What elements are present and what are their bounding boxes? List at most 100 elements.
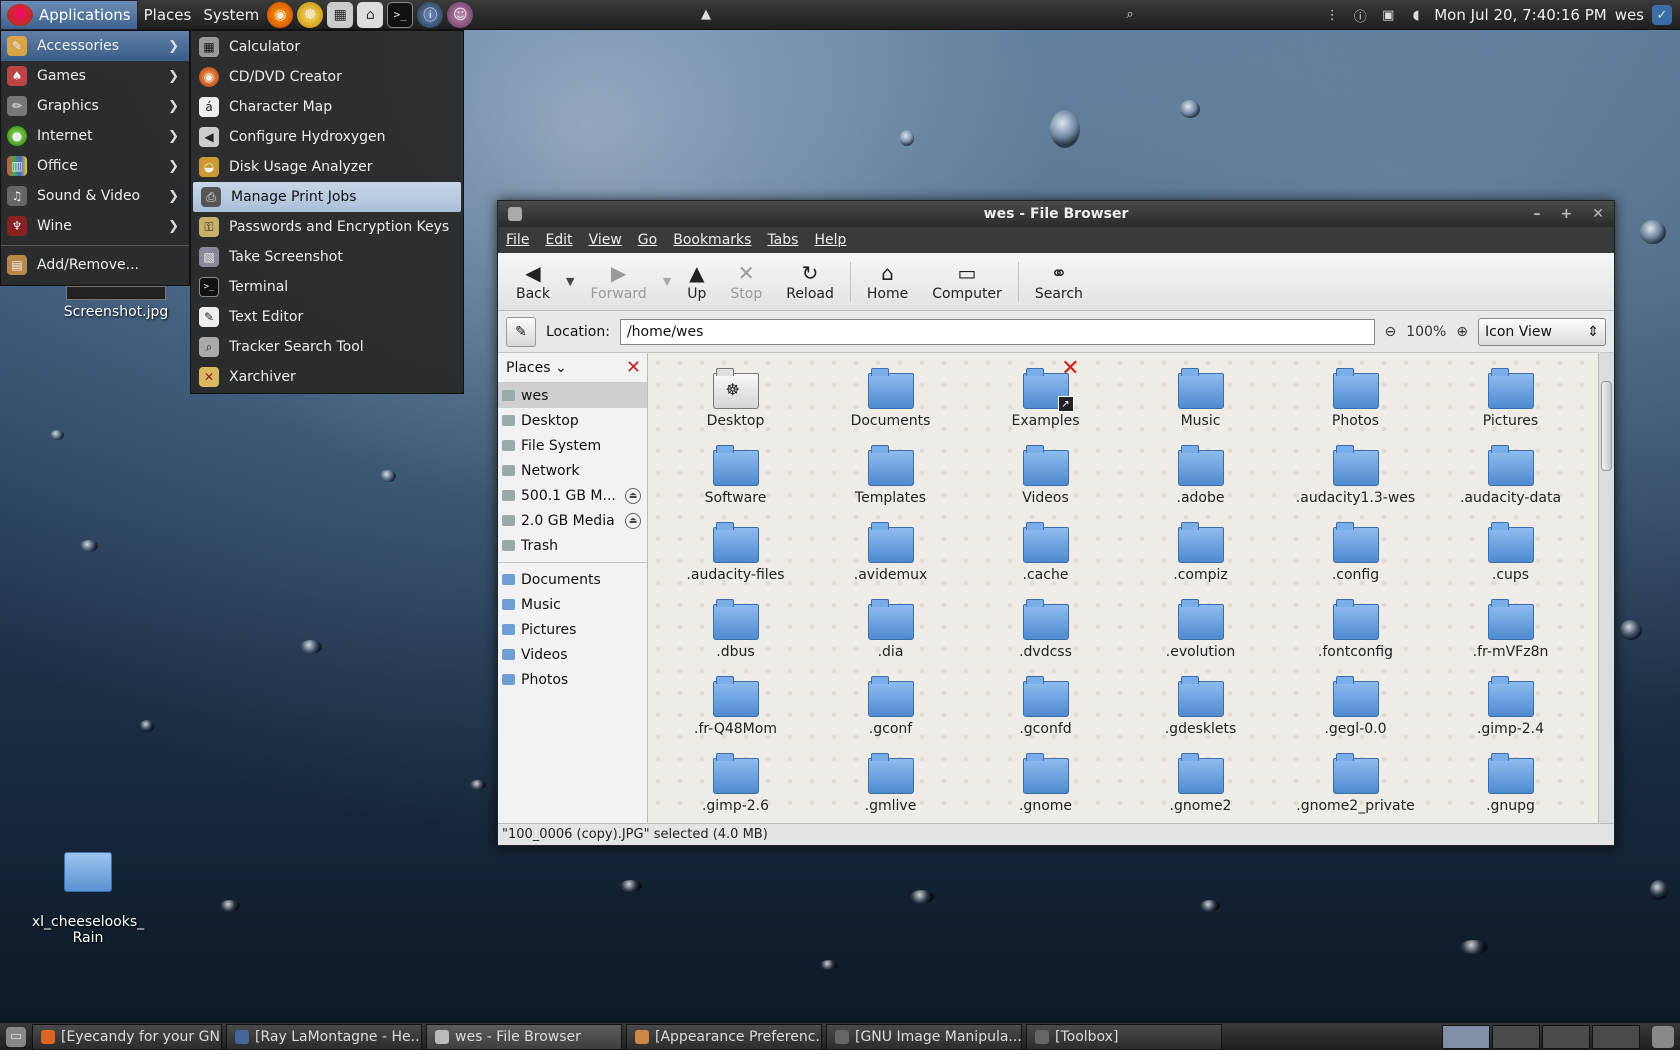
menu-item-internet[interactable]: ● Internet ❯ — [1, 121, 189, 151]
menu-item-office[interactable]: ▥ Office ❯ — [1, 151, 189, 181]
desktop-icon-screenshot[interactable]: Screenshot.jpg — [56, 286, 176, 320]
file-icon-view[interactable]: ☸ Desktop Documents ✕ ↗ Examples Music Photos Pi… — [648, 353, 1598, 825]
help-launcher-icon[interactable]: ☸ — [297, 1, 324, 28]
file-item[interactable]: .dia — [813, 594, 968, 671]
home-button[interactable]: ⌂ Home — [855, 255, 920, 309]
file-item[interactable]: Documents — [813, 363, 968, 440]
sidebar-item-file-system[interactable]: File System — [498, 433, 647, 458]
stop-button[interactable]: ✕ Stop — [718, 255, 774, 309]
sidebar-bookmark-videos[interactable]: Videos — [498, 642, 647, 667]
places-menu-button[interactable]: Places — [138, 0, 198, 30]
sidebar-item-wes[interactable]: wes — [498, 383, 647, 408]
menu-edit[interactable]: Edit — [545, 232, 572, 248]
menu-item-disk-usage-analyzer[interactable]: ◒ Disk Usage Analyzer — [191, 152, 463, 182]
firefox-launcher-icon[interactable]: ◉ — [267, 1, 294, 28]
close-icon[interactable]: ✕ — [1592, 206, 1604, 222]
menu-item-character-map[interactable]: á Character Map — [191, 92, 463, 122]
menu-item-games[interactable]: ♠ Games ❯ — [1, 61, 189, 91]
file-item[interactable]: .gnupg — [1433, 748, 1588, 825]
file-item[interactable]: .gimp-2.6 — [658, 748, 813, 825]
shield-icon[interactable]: ✓ — [1652, 5, 1672, 25]
applications-menu-button[interactable]: Applications — [0, 0, 138, 30]
file-item[interactable]: .gmlive — [813, 748, 968, 825]
file-item[interactable]: Pictures — [1433, 363, 1588, 440]
task-eyecandy[interactable]: [Eyecandy for your GN... — [32, 1023, 222, 1050]
calculator-launcher-icon[interactable]: ▦ — [327, 1, 354, 28]
workspace-3[interactable] — [1542, 1024, 1590, 1049]
sidebar-bookmark-music[interactable]: Music — [498, 592, 647, 617]
zoom-level[interactable]: 100% — [1406, 324, 1446, 340]
workspace-2[interactable] — [1492, 1024, 1540, 1049]
pidgin-launcher-icon[interactable]: ⓘ — [417, 1, 444, 28]
home-launcher-icon[interactable]: ⌂ — [357, 1, 384, 28]
rocket-dock-icon[interactable]: ▲ — [696, 4, 716, 24]
sidebar-item-trash[interactable]: Trash — [498, 533, 647, 558]
forward-button[interactable]: ▶ Forward — [578, 255, 658, 309]
menu-item-cd-dvd-creator[interactable]: ◉ CD/DVD Creator — [191, 62, 463, 92]
file-item[interactable]: .cups — [1433, 517, 1588, 594]
sidebar-bookmark-pictures[interactable]: Pictures — [498, 617, 647, 642]
minimize-icon[interactable]: – — [1534, 206, 1541, 222]
window-titlebar[interactable]: wes - File Browser – + ✕ — [498, 201, 1614, 227]
zoom-in-icon[interactable]: ⊕ — [1456, 324, 1468, 340]
file-item[interactable]: .dbus — [658, 594, 813, 671]
menu-item-sound-video[interactable]: ♫ Sound & Video ❯ — [1, 181, 189, 211]
magnifier-icon[interactable]: ⌕ — [1120, 4, 1140, 24]
file-item[interactable]: Photos — [1278, 363, 1433, 440]
file-item[interactable]: .gnome2 — [1123, 748, 1278, 825]
menu-item-calculator[interactable]: ▦ Calculator — [191, 32, 463, 62]
file-item[interactable]: .gegl-0.0 — [1278, 671, 1433, 748]
system-menu-button[interactable]: System — [197, 0, 265, 30]
back-history-chevron-icon[interactable]: ▼ — [566, 275, 574, 288]
show-desktop-button[interactable]: ▭ — [0, 1024, 32, 1050]
sidebar-item-2gb-media[interactable]: 2.0 GB Media ⏏ — [498, 508, 647, 533]
file-item[interactable]: .gconf — [813, 671, 968, 748]
menu-view[interactable]: View — [589, 232, 622, 248]
user-switcher[interactable]: wes — [1615, 6, 1644, 24]
sidebar-mode-select[interactable]: Places ⌄ — [506, 360, 567, 376]
back-button[interactable]: ◀ Back — [504, 255, 562, 309]
file-item[interactable]: .fr-mVFz8n — [1433, 594, 1588, 671]
menu-item-graphics[interactable]: ✏ Graphics ❯ — [1, 91, 189, 121]
file-item[interactable]: .dvdcss — [968, 594, 1123, 671]
menu-item-text-editor[interactable]: ✎ Text Editor — [191, 302, 463, 332]
file-item[interactable]: .config — [1278, 517, 1433, 594]
file-item[interactable]: .avidemux — [813, 517, 968, 594]
sidebar-bookmark-documents[interactable]: Documents — [498, 567, 647, 592]
clock[interactable]: Mon Jul 20, 7:40:16 PM — [1434, 6, 1606, 24]
file-item[interactable]: .audacity1.3-wes — [1278, 440, 1433, 517]
file-item[interactable]: .audacity-files — [658, 517, 813, 594]
file-item[interactable]: .gconfd — [968, 671, 1123, 748]
pidgin-tray-icon[interactable]: ⓘ — [1350, 5, 1370, 25]
file-item[interactable]: Music — [1123, 363, 1278, 440]
menu-item-accessories[interactable]: ✎ Accessories ❯ — [1, 31, 189, 61]
file-item[interactable]: .audacity-data — [1433, 440, 1588, 517]
location-toggle-button[interactable]: ✎ — [506, 316, 536, 347]
sidebar-bookmark-photos[interactable]: Photos — [498, 667, 647, 692]
menu-item-terminal[interactable]: >_ Terminal — [191, 272, 463, 302]
maximize-icon[interactable]: + — [1561, 206, 1573, 222]
eject-icon[interactable]: ⏏ — [625, 512, 641, 529]
menu-tabs[interactable]: Tabs — [767, 232, 798, 248]
file-item[interactable]: ☸ Desktop — [658, 363, 813, 440]
task-gimp[interactable]: [GNU Image Manipula... — [826, 1023, 1022, 1050]
workspace-4[interactable] — [1592, 1024, 1640, 1049]
vertical-scrollbar[interactable] — [1598, 353, 1614, 825]
trash-icon[interactable] — [1652, 1025, 1674, 1048]
file-item[interactable]: .gnome2_private — [1278, 748, 1433, 825]
file-item[interactable]: .adobe — [1123, 440, 1278, 517]
sidebar-close-icon[interactable]: ✕ — [626, 357, 641, 378]
window-menu-icon[interactable] — [508, 207, 522, 221]
workspace-1[interactable] — [1442, 1024, 1490, 1049]
menu-bookmarks[interactable]: Bookmarks — [673, 232, 751, 248]
file-item[interactable]: .gnome — [968, 748, 1123, 825]
file-item[interactable]: .fr-Q48Mom — [658, 671, 813, 748]
file-item[interactable]: .cache — [968, 517, 1123, 594]
forward-history-chevron-icon[interactable]: ▼ — [663, 275, 671, 288]
file-item[interactable]: .gdesklets — [1123, 671, 1278, 748]
task-toolbox[interactable]: [Toolbox] — [1026, 1023, 1222, 1050]
menu-item-manage-print-jobs[interactable]: ⎙ Manage Print Jobs — [193, 182, 461, 212]
sidebar-item-network[interactable]: Network — [498, 458, 647, 483]
task-ray-lamontagne[interactable]: [Ray LaMontagne - He... — [226, 1023, 422, 1050]
search-button[interactable]: ⚭ Search — [1023, 255, 1095, 309]
